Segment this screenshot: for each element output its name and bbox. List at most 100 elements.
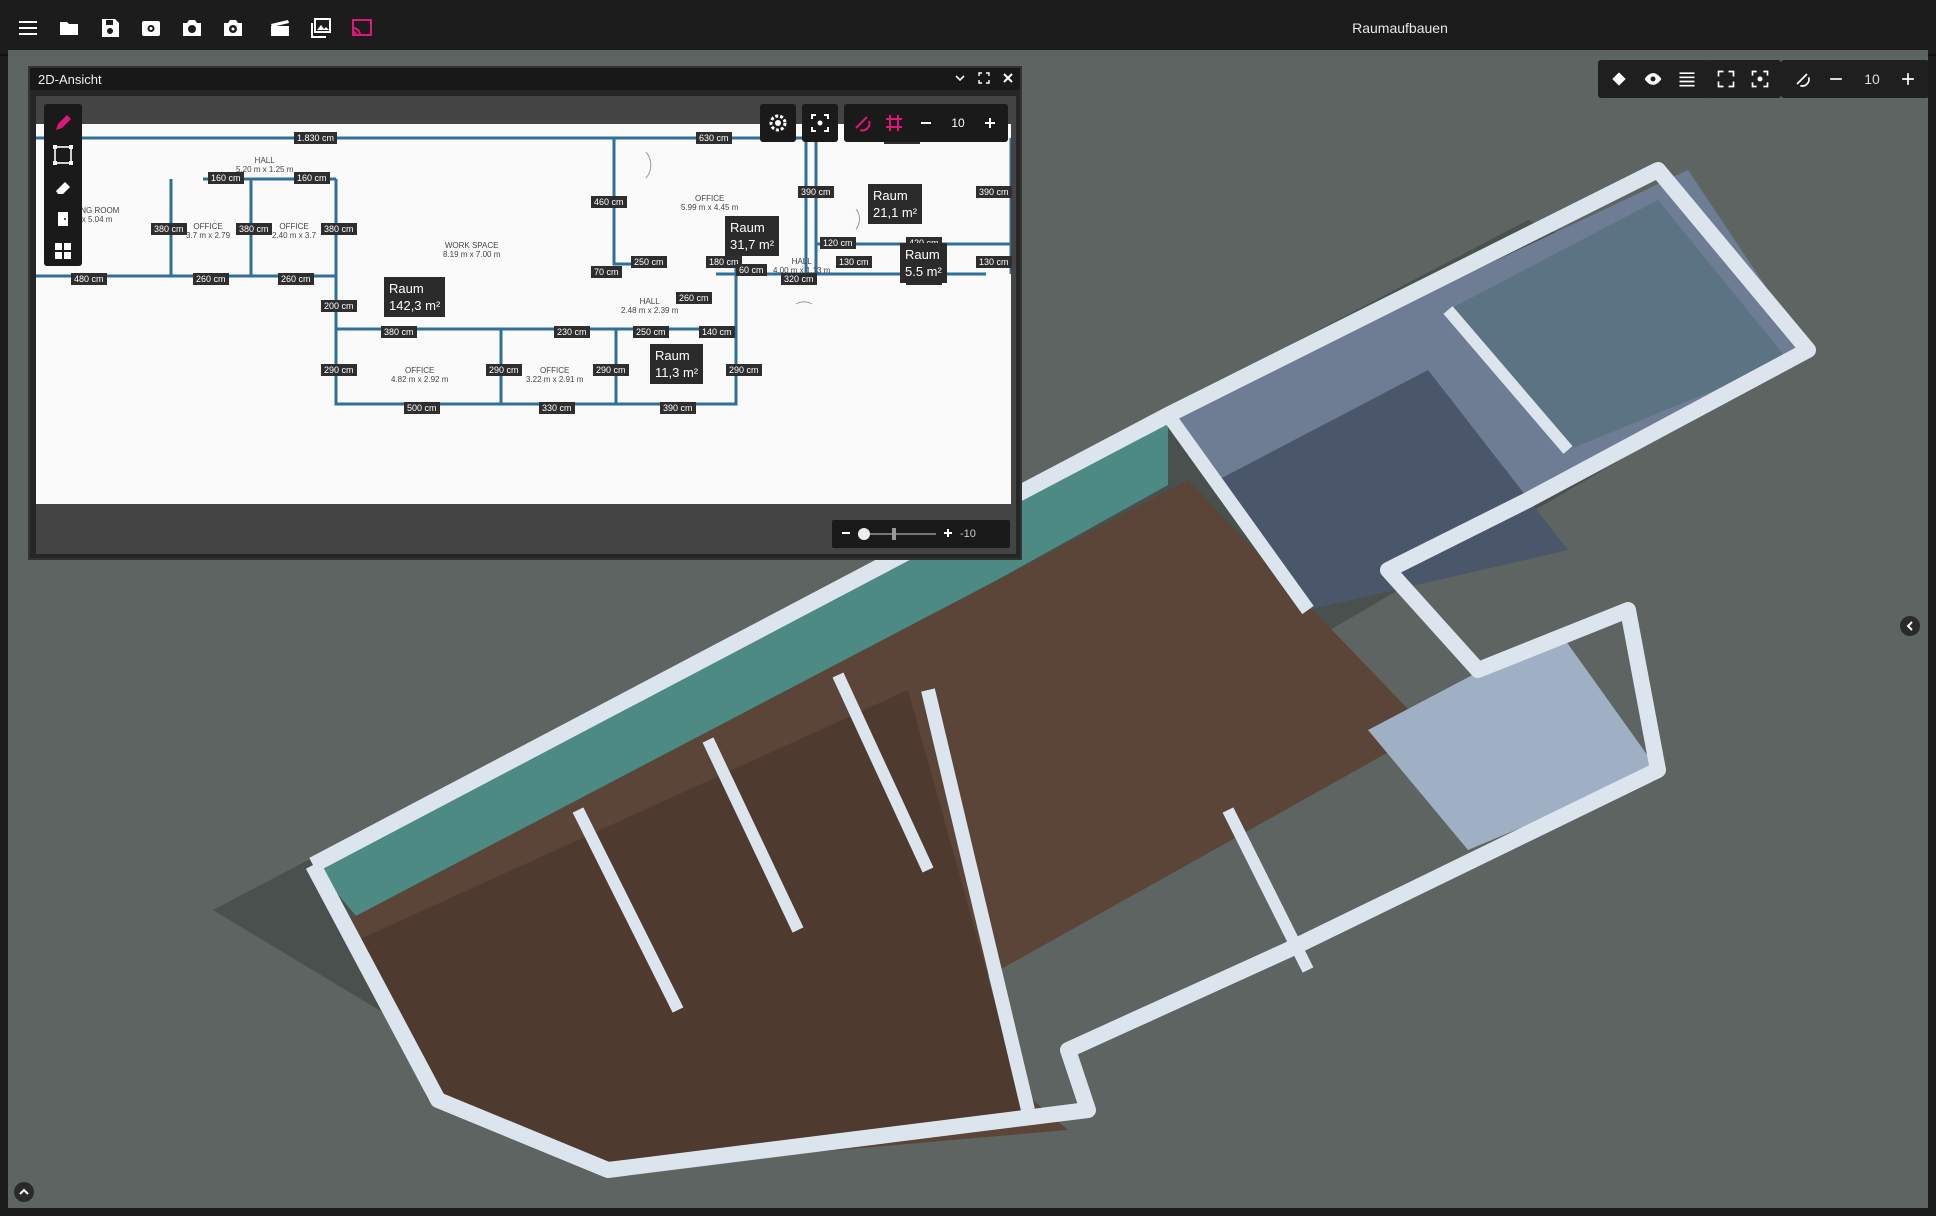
zoom-slider[interactable] xyxy=(858,528,936,540)
expand-icon[interactable] xyxy=(976,70,992,86)
zoom-value: 10 xyxy=(1864,71,1880,87)
select-frame-icon[interactable] xyxy=(49,142,77,168)
plus-icon[interactable] xyxy=(976,109,1004,137)
panel-title: 2D-Ansicht xyxy=(38,71,102,87)
dimension-label: 330 cm xyxy=(539,402,575,414)
grid-tiles-icon[interactable] xyxy=(49,238,77,264)
plan-label: WORK SPACE 8.19 m x 7.00 m xyxy=(443,241,501,259)
grid-icon[interactable] xyxy=(880,109,908,137)
folder-open-icon[interactable] xyxy=(55,14,83,42)
magnet-icon[interactable] xyxy=(848,109,876,137)
dimension-label: 380 cm xyxy=(321,223,357,235)
snap-zoom-group: 10 xyxy=(1781,60,1928,98)
dimension-label: 60 cm xyxy=(736,264,767,276)
dimension-label: 160 cm xyxy=(208,172,244,184)
top-toolbar: Raumaufbauen xyxy=(0,0,1936,56)
clapperboard-icon[interactable] xyxy=(266,14,294,42)
layers-list-icon[interactable] xyxy=(1672,64,1702,94)
pencil-icon[interactable] xyxy=(49,110,77,136)
minus-icon[interactable] xyxy=(912,109,940,137)
dimension-label: 290 cm xyxy=(486,364,522,376)
camera-icon[interactable] xyxy=(178,14,206,42)
dimension-label: 260 cm xyxy=(193,273,229,285)
eye-icon[interactable] xyxy=(1638,64,1668,94)
room-label[interactable]: Raum 142,3 m² xyxy=(384,277,446,317)
snap-grid-group: 10 xyxy=(844,104,1008,142)
2d-view-panel: 2D-Ansicht HALL 5.20 m x 1.25 m LIVING R… xyxy=(28,66,1022,560)
zoom-slider-bar: -10 xyxy=(832,520,1010,548)
dimension-label: 380 cm xyxy=(151,223,187,235)
camera-settings-icon[interactable] xyxy=(219,14,247,42)
grid-step-value: 10 xyxy=(951,116,965,130)
dimension-label: 70 cm xyxy=(591,266,622,278)
plan-label: HALL 2.48 m x 2.39 m xyxy=(621,297,679,315)
zoom-center-mark xyxy=(892,528,896,540)
save-icon[interactable] xyxy=(96,14,124,42)
dimension-label: 250 cm xyxy=(631,256,667,268)
dimension-label: 140 cm xyxy=(699,326,735,338)
dimension-label: 390 cm xyxy=(660,402,696,414)
gear-icon[interactable] xyxy=(764,109,792,137)
dimension-label: 260 cm xyxy=(676,292,712,304)
chevron-up-icon[interactable] xyxy=(14,1182,34,1202)
dimension-label: 120 cm xyxy=(820,237,856,249)
menu-icon[interactable] xyxy=(14,14,42,42)
settings-group xyxy=(760,104,796,142)
dimension-label: 160 cm xyxy=(294,172,330,184)
dimension-label: 230 cm xyxy=(554,326,590,338)
gallery-icon[interactable] xyxy=(307,14,335,42)
dimension-label: 250 cm xyxy=(633,326,669,338)
zoom-out-icon[interactable] xyxy=(840,527,852,542)
dimension-label: 1.830 cm xyxy=(294,132,338,144)
dimension-label: 380 cm xyxy=(381,326,417,338)
app-title: Raumaufbauen xyxy=(1352,20,1448,36)
room-label[interactable]: Raum 21,1 m² xyxy=(868,184,923,224)
room-label[interactable]: Raum 11,3 m² xyxy=(650,344,704,384)
zoom-slider-handle[interactable] xyxy=(858,528,870,540)
panel-header[interactable]: 2D-Ansicht xyxy=(30,68,1020,90)
fullscreen-icon[interactable] xyxy=(1711,64,1741,94)
dimension-label: 290 cm xyxy=(321,364,357,376)
room-label[interactable]: Raum 31,7 m² xyxy=(725,216,780,256)
floor-plan[interactable]: HALL 5.20 m x 1.25 m LIVING ROOM m x 5.04 … xyxy=(36,124,1012,504)
plus-icon[interactable] xyxy=(1893,64,1923,94)
plan-label: OFFICE 5.99 m x 4.45 m xyxy=(681,194,739,212)
settings-save-icon[interactable] xyxy=(137,14,165,42)
minus-icon[interactable] xyxy=(1821,64,1851,94)
close-icon[interactable] xyxy=(1000,70,1016,86)
dimension-label: 200 cm xyxy=(321,300,357,312)
magnet-icon[interactable] xyxy=(1787,64,1817,94)
chevron-down-icon[interactable] xyxy=(952,70,968,86)
focus-frame-icon[interactable] xyxy=(806,109,834,137)
dimension-label: 130 cm xyxy=(836,256,872,268)
plan-label: OFFICE 3.22 m x 2.91 m xyxy=(526,366,584,384)
dimension-label: 460 cm xyxy=(591,196,627,208)
dimension-label: 380 cm xyxy=(236,223,272,235)
door-icon[interactable] xyxy=(49,206,77,232)
dimension-label: 630 cm xyxy=(696,132,732,144)
dimension-label: 480 cm xyxy=(71,273,107,285)
dimension-label: 290 cm xyxy=(593,364,629,376)
plan-label: OFFICE 4.82 m x 2.92 m xyxy=(391,366,449,384)
plan-label: HALL 5.20 m x 1.25 m xyxy=(236,156,294,174)
eraser-icon[interactable] xyxy=(49,174,77,200)
chevron-left-icon[interactable] xyxy=(1900,616,1920,636)
zoom-readout: -10 xyxy=(960,528,976,540)
dimension-label: 500 cm xyxy=(404,402,440,414)
dimension-label: 290 cm xyxy=(726,364,762,376)
plan-label: OFFICE 3.7 m x 2.79 xyxy=(186,222,231,240)
dimension-label: 130 cm xyxy=(976,256,1012,268)
plan-label: OFFICE 2.40 m x 3.7 xyxy=(272,222,317,240)
zoom-in-icon[interactable] xyxy=(942,527,954,542)
paint-bucket-icon[interactable] xyxy=(1604,64,1634,94)
cast-icon[interactable] xyxy=(348,14,376,42)
room-label[interactable]: Raum 5.5 m² xyxy=(900,243,947,283)
dimension-label: 390 cm xyxy=(798,186,834,198)
dimension-label: 390 cm xyxy=(976,186,1012,198)
2d-canvas[interactable]: HALL 5.20 m x 1.25 m LIVING ROOM m x 5.04 … xyxy=(36,96,1016,554)
fit-group xyxy=(1705,60,1781,98)
fit-group xyxy=(802,104,838,142)
dimension-label: 260 cm xyxy=(278,273,314,285)
view-mode-group xyxy=(1598,60,1708,98)
focus-frame-icon[interactable] xyxy=(1745,64,1775,94)
